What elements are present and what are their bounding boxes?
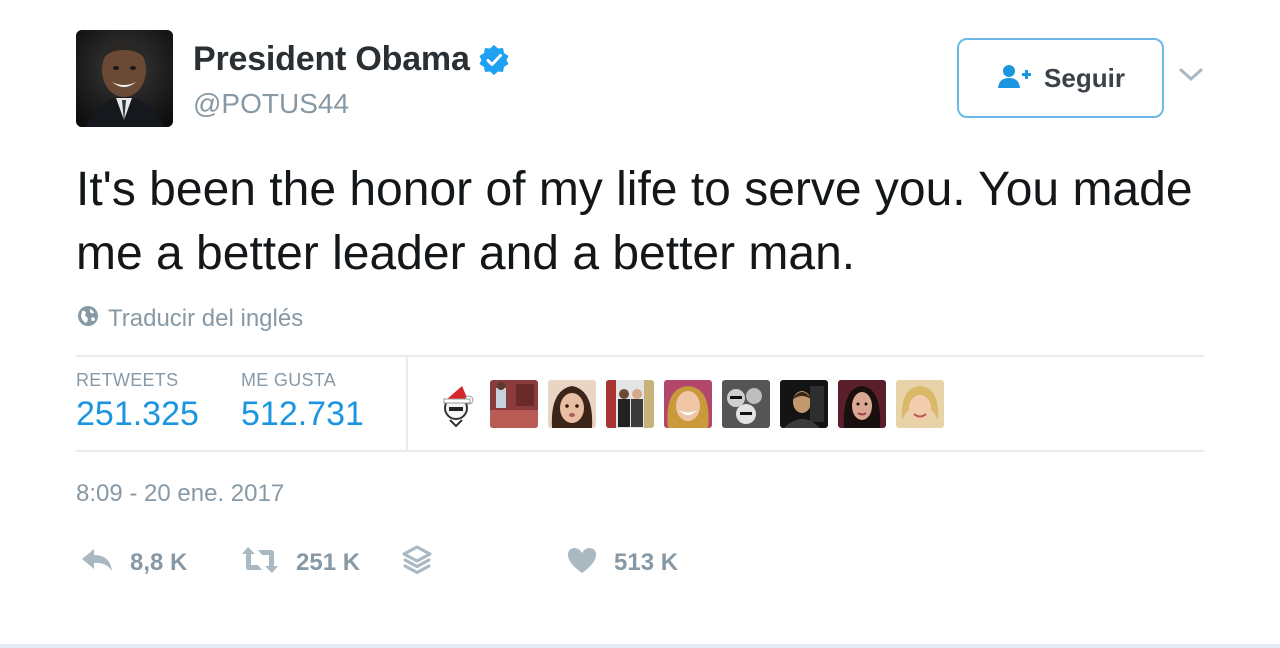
- liker-avatar[interactable]: [490, 380, 538, 428]
- add-user-icon: [996, 63, 1032, 94]
- retweet-icon: [240, 545, 280, 580]
- liker-avatar[interactable]: [722, 380, 770, 428]
- like-count: 513 K: [614, 548, 679, 576]
- divider: [0, 644, 1280, 648]
- likes-count: 512.731: [241, 395, 364, 433]
- reply-button[interactable]: 8,8 K: [80, 545, 187, 580]
- retweets-stat[interactable]: RETWEETS 251.325: [76, 370, 199, 434]
- retweets-count: 251.325: [76, 395, 199, 433]
- follow-button-label: Seguir: [1044, 62, 1125, 93]
- retweet-button[interactable]: 251 K: [240, 545, 360, 580]
- retweet-count: 251 K: [296, 548, 361, 576]
- retweets-label: RETWEETS: [76, 370, 179, 390]
- like-button[interactable]: 513 K: [566, 545, 678, 580]
- user-name-row: President Obama: [193, 40, 510, 79]
- reply-count: 8,8 K: [130, 548, 188, 576]
- liker-avatar[interactable]: [432, 380, 480, 428]
- liker-avatar[interactable]: [838, 380, 886, 428]
- translate-label: Traducir del inglés: [108, 304, 304, 332]
- tweet-text: It's been the honor of my life to serve …: [76, 163, 1193, 280]
- tweet-timestamp[interactable]: 8:09 - 20 ene. 2017: [76, 480, 284, 508]
- heart-icon: [566, 545, 598, 580]
- share-button[interactable]: [402, 545, 432, 580]
- liker-avatars: [432, 380, 954, 428]
- liker-avatar[interactable]: [606, 380, 654, 428]
- verified-badge-icon: [478, 44, 510, 76]
- liker-avatar[interactable]: [896, 380, 944, 428]
- layers-icon: [402, 545, 432, 580]
- globe-icon: [76, 304, 100, 333]
- liker-avatar[interactable]: [664, 380, 712, 428]
- divider: [76, 355, 1204, 357]
- likes-stat[interactable]: ME GUSTA 512.731: [241, 370, 364, 434]
- chevron-down-icon[interactable]: [1178, 66, 1204, 84]
- translate-link[interactable]: Traducir del inglés: [76, 304, 303, 333]
- divider: [406, 357, 408, 451]
- display-name[interactable]: President Obama: [193, 40, 470, 79]
- follow-button[interactable]: Seguir: [957, 38, 1164, 118]
- reply-icon: [80, 545, 114, 580]
- liker-avatar[interactable]: [780, 380, 828, 428]
- likes-label: ME GUSTA: [241, 370, 337, 390]
- liker-avatar[interactable]: [548, 380, 596, 428]
- avatar[interactable]: [76, 30, 173, 127]
- divider: [76, 450, 1204, 452]
- user-handle[interactable]: @POTUS44: [193, 88, 349, 120]
